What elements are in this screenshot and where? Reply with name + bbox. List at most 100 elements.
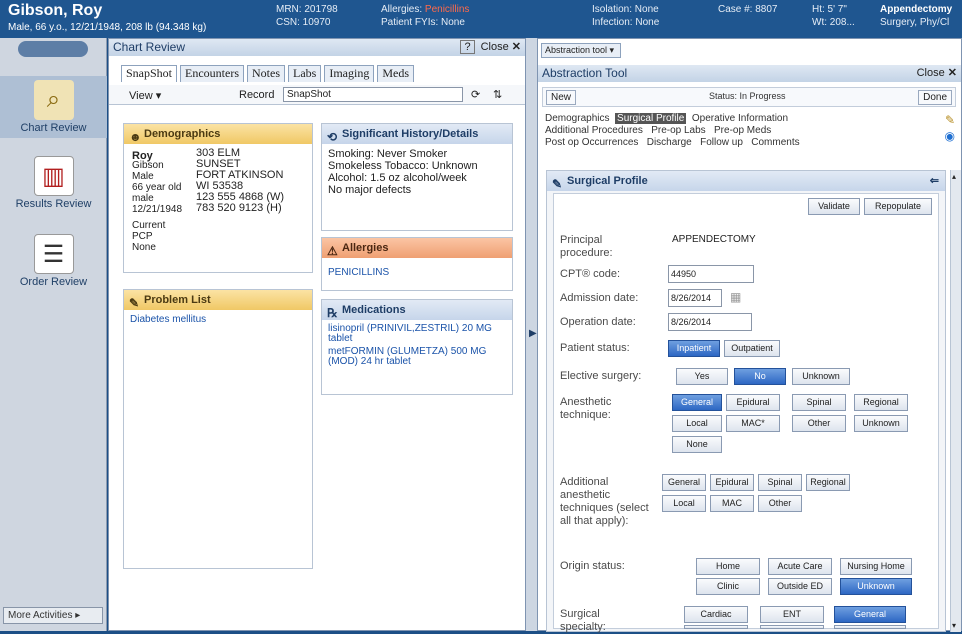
pill-icon: ℞ — [327, 306, 338, 320]
anesthetic-mac-button[interactable]: MAC* — [726, 415, 780, 432]
chart-title: Chart Review — [113, 40, 186, 54]
back-forward-button[interactable] — [18, 41, 88, 57]
link-comments[interactable]: Comments — [751, 137, 799, 148]
vertical-scrollbar[interactable]: ▴ ▾ — [950, 170, 961, 632]
done-button[interactable]: Done — [918, 90, 952, 105]
additional-general-button[interactable]: General — [662, 474, 706, 491]
tab-encounters[interactable]: Encounters — [180, 65, 244, 82]
tab-snapshot[interactable]: SnapShot — [121, 65, 178, 82]
pencil-icon: ✎ — [129, 296, 140, 310]
origin-label: Origin status: — [560, 560, 625, 572]
anesthetic-general-button[interactable]: General — [672, 394, 722, 411]
additional-mac-button[interactable]: MAC — [710, 495, 754, 512]
additional-other-button[interactable]: Other — [758, 495, 802, 512]
allergies-banner[interactable]: Allergies: Penicillins — [381, 4, 469, 16]
admission-date-input[interactable]: 8/26/2014 — [668, 289, 722, 307]
problem-list-header[interactable]: ✎ Problem List — [124, 290, 312, 310]
tab-labs[interactable]: Labs — [288, 65, 322, 82]
specialty-general-button[interactable]: General — [834, 606, 906, 623]
history-line: Smoking: Never Smoker — [328, 148, 448, 160]
refresh-icon[interactable]: ⟳ — [471, 88, 480, 101]
med-item[interactable]: lisinopril (PRINIVIL,ZESTRIL) 20 MG tabl… — [328, 324, 506, 344]
allergies-header[interactable]: ⚠ Allergies — [322, 238, 512, 258]
anesthetic-none-button[interactable]: None — [672, 436, 722, 453]
nav-label: Order Review — [19, 276, 88, 288]
demographics-box: ☻ Demographics Roy Gibson Male 66 year ol… — [123, 123, 313, 273]
link-discharge[interactable]: Discharge — [647, 137, 692, 148]
nav-results-review[interactable]: ▥ Results Review — [0, 152, 107, 214]
history-header[interactable]: ⟲ Significant History/Details — [322, 124, 512, 144]
weight: Wt: 208... — [812, 17, 855, 28]
collapse-arrow-icon[interactable]: ▶ — [529, 328, 537, 339]
anesthetic-regional-button[interactable]: Regional — [854, 394, 908, 411]
nav-order-review[interactable]: ☰ Order Review — [0, 230, 107, 292]
specialty-interventional-button[interactable]: Interventional — [760, 625, 824, 629]
specialty-ent-button[interactable]: ENT — [760, 606, 824, 623]
link-demographics[interactable]: Demographics — [545, 113, 609, 124]
help-icon[interactable]: ◉ — [945, 129, 955, 143]
new-button[interactable]: New — [546, 90, 577, 105]
patient-banner: Gibson, Roy Male, 66 y.o., 12/21/1948, 2… — [0, 0, 962, 38]
link-operative-information[interactable]: Operative Information — [692, 113, 788, 124]
tab-meds[interactable]: Meds — [377, 65, 414, 82]
additional-regional-button[interactable]: Regional — [806, 474, 850, 491]
origin-clinic-button[interactable]: Clinic — [696, 578, 760, 595]
panel-splitter[interactable]: ▶ — [526, 38, 537, 631]
med-item[interactable]: metFORMIN (GLUMETZA) 500 MG (MOD) 24 hr … — [328, 347, 506, 367]
origin-home-button[interactable]: Home — [696, 558, 760, 575]
origin-unknown-button[interactable]: Unknown — [840, 578, 912, 595]
elective-unknown-button[interactable]: Unknown — [792, 368, 850, 385]
anesthetic-unknown-button[interactable]: Unknown — [854, 415, 908, 432]
anesthetic-epidural-button[interactable]: Epidural — [726, 394, 780, 411]
problem-item[interactable]: Diabetes mellitus — [124, 310, 312, 329]
status-outpatient-button[interactable]: Outpatient — [724, 340, 780, 357]
specialty-cardiac-button[interactable]: Cardiac — [684, 606, 748, 623]
elective-yes-button[interactable]: Yes — [676, 368, 728, 385]
link-preop-labs[interactable]: Pre-op Labs — [651, 125, 705, 136]
patient-name[interactable]: Gibson, Roy — [8, 2, 102, 20]
additional-local-button[interactable]: Local — [662, 495, 706, 512]
scroll-down-icon[interactable]: ▾ — [952, 621, 956, 630]
collapse-icon[interactable]: ⇐ — [930, 171, 939, 191]
nav-chart-review[interactable]: ⌕ Chart Review — [0, 76, 107, 138]
origin-acute-care-button[interactable]: Acute Care — [768, 558, 832, 575]
help-button[interactable]: ? — [460, 40, 475, 54]
abstraction-tab[interactable]: Abstraction tool ▾ — [541, 43, 621, 58]
close-button[interactable]: Close — [481, 41, 509, 53]
validate-button[interactable]: Validate — [808, 198, 860, 215]
cpt-input[interactable]: 44950 — [668, 265, 754, 283]
anesthetic-spinal-button[interactable]: Spinal — [792, 394, 846, 411]
close-icon[interactable]: ✕ — [512, 41, 521, 53]
scroll-up-icon[interactable]: ▴ — [952, 172, 956, 181]
allergy-item[interactable]: PENICILLINS — [322, 258, 512, 282]
link-surgical-profile[interactable]: Surgical Profile — [615, 113, 687, 124]
additional-epidural-button[interactable]: Epidural — [710, 474, 754, 491]
demographics-header[interactable]: ☻ Demographics — [124, 124, 312, 144]
specialty-neurosurgery-button[interactable]: Neurosurgery — [834, 625, 906, 629]
medications-header[interactable]: ℞ Medications — [322, 300, 512, 320]
tab-imaging[interactable]: Imaging — [324, 65, 375, 82]
abstraction-close[interactable]: Close ✕ — [917, 66, 957, 80]
specialty-gynecology-button[interactable]: Gynecology — [684, 625, 748, 629]
elective-no-button[interactable]: No — [734, 368, 786, 385]
anesthetic-local-button[interactable]: Local — [672, 415, 722, 432]
link-preop-meds[interactable]: Pre-op Meds — [714, 125, 771, 136]
view-menu[interactable]: View ▾ — [129, 89, 161, 102]
pin-icon[interactable]: ⇅ — [493, 88, 502, 101]
link-additional-procedures[interactable]: Additional Procedures — [545, 125, 643, 136]
operation-date-input[interactable]: 8/26/2014 — [668, 313, 752, 331]
status-inpatient-button[interactable]: Inpatient — [668, 340, 720, 357]
origin-nursing-home-button[interactable]: Nursing Home — [840, 558, 912, 575]
surgical-profile-section: ✎ Surgical Profile ⇐ Validate Repopulate P… — [546, 170, 946, 633]
link-postop-occurrences[interactable]: Post op Occurrences — [545, 137, 638, 148]
anesthetic-other-button[interactable]: Other — [792, 415, 846, 432]
additional-spinal-button[interactable]: Spinal — [758, 474, 802, 491]
link-follow-up[interactable]: Follow up — [700, 137, 743, 148]
record-input[interactable]: SnapShot — [283, 87, 463, 102]
more-activities-button[interactable]: More Activities ▸ — [3, 607, 103, 624]
origin-outside-ed-button[interactable]: Outside ED — [768, 578, 832, 595]
calendar-icon[interactable]: ▦ — [730, 290, 741, 304]
edit-icon[interactable]: ✎ — [945, 113, 955, 127]
repopulate-button[interactable]: Repopulate — [864, 198, 932, 215]
tab-notes[interactable]: Notes — [247, 65, 285, 82]
